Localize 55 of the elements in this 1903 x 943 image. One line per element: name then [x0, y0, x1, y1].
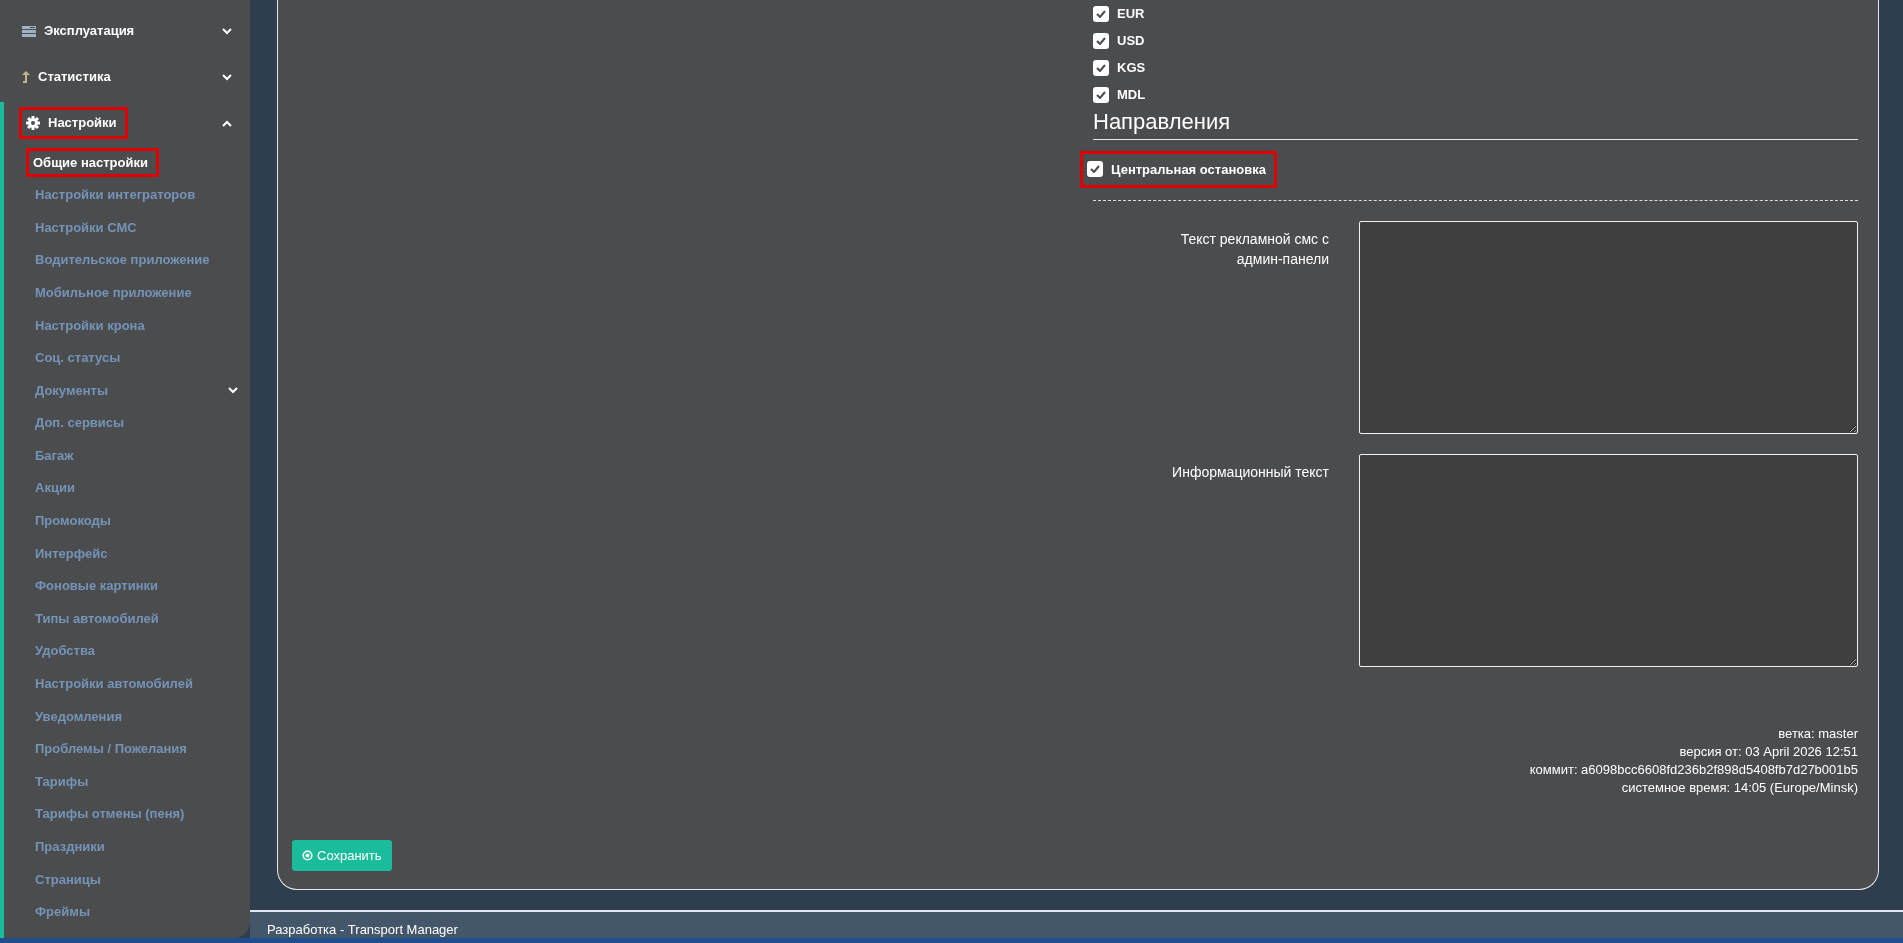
- sidebar-item[interactable]: Фреймы: [32, 897, 93, 927]
- checkbox[interactable]: [1093, 5, 1109, 22]
- sidebar-section[interactable]: Настройки: [19, 107, 128, 139]
- version-info-line: коммит: a6098bcc6608fd236b2f898d5408fb7d27b001b5: [1528, 761, 1858, 780]
- section-heading: Направления: [1093, 108, 1858, 140]
- sidebar-item[interactable]: Промокоды: [32, 506, 114, 536]
- checkbox-label: MDL: [1117, 85, 1146, 104]
- sidebar-item[interactable]: Документы: [32, 375, 112, 406]
- sidebar-item[interactable]: Настройки интеграторов: [32, 180, 199, 210]
- sidebar-item[interactable]: Типы автомобилей: [32, 603, 162, 634]
- field-label: Информационный текст: [1171, 463, 1329, 483]
- checkbox-label: EUR: [1117, 4, 1145, 23]
- sidebar-item[interactable]: Интерфейс: [32, 538, 111, 569]
- sidebar-section[interactable]: Эксплуатация: [19, 15, 138, 47]
- sidebar-item[interactable]: Багаж: [32, 440, 77, 471]
- sidebar-item[interactable]: Соц. статусы: [32, 343, 124, 373]
- sidebar-item[interactable]: Праздники: [32, 832, 108, 862]
- checkmark-icon: [1090, 165, 1100, 174]
- sidebar-item[interactable]: Настройки СМС: [32, 212, 140, 243]
- sidebar-item[interactable]: Страницы: [32, 864, 104, 895]
- checkmark-icon: [1096, 90, 1106, 99]
- footer-text: Разработка - Transport Manager: [267, 922, 458, 937]
- version-info-line: системное время: 14:05 (Europe/Minsk): [1620, 779, 1858, 798]
- sidebar-item[interactable]: Тарифы: [32, 766, 92, 797]
- sidebar-item[interactable]: Мобильное приложение: [32, 277, 195, 308]
- checkbox[interactable]: [1093, 59, 1109, 76]
- sidebar-item[interactable]: Удобства: [32, 636, 98, 666]
- checkbox[interactable]: [1093, 32, 1109, 49]
- field-label: Текст рекламной смс с админ-панели: [1179, 230, 1329, 270]
- sidebar-item[interactable]: Настройки крона: [32, 310, 148, 340]
- version-info-line: версия от: 03 April 2026 12:51: [1678, 743, 1858, 762]
- sidebar-item[interactable]: Фоновые картинки: [32, 571, 161, 601]
- list-icon: [22, 25, 36, 37]
- sidebar-item[interactable]: Водительское приложение: [32, 245, 213, 275]
- checkbox[interactable]: [1093, 86, 1109, 103]
- circle-icon: [302, 849, 313, 861]
- sidebar-item[interactable]: Уведомления: [32, 701, 126, 732]
- checkmark-icon: [1096, 9, 1106, 18]
- checkbox-option[interactable]: Центральная остановка: [1080, 150, 1277, 189]
- checkbox-label: KGS: [1117, 58, 1146, 77]
- sidebar-item[interactable]: Общие настройки: [26, 147, 159, 178]
- checkbox[interactable]: [1087, 161, 1103, 178]
- sidebar-item[interactable]: Акции: [32, 473, 78, 503]
- checkmark-icon: [1096, 63, 1106, 72]
- up-arrow-icon: [22, 71, 30, 83]
- sidebar-item[interactable]: Проблемы / Пожелания: [32, 734, 190, 764]
- save-button[interactable]: Сохранить: [292, 839, 392, 871]
- checkbox-label: USD: [1117, 31, 1145, 50]
- sidebar-item[interactable]: Настройки автомобилей: [32, 669, 196, 699]
- sidebar-section[interactable]: Статистика: [19, 61, 114, 93]
- settings-icon: [26, 116, 40, 130]
- checkmark-icon: [1096, 36, 1106, 45]
- sidebar-item[interactable]: Доп. сервисы: [32, 408, 128, 438]
- version-info-line: ветка: master: [1777, 725, 1858, 744]
- sidebar-item[interactable]: Тарифы отмены (пеня): [32, 799, 188, 829]
